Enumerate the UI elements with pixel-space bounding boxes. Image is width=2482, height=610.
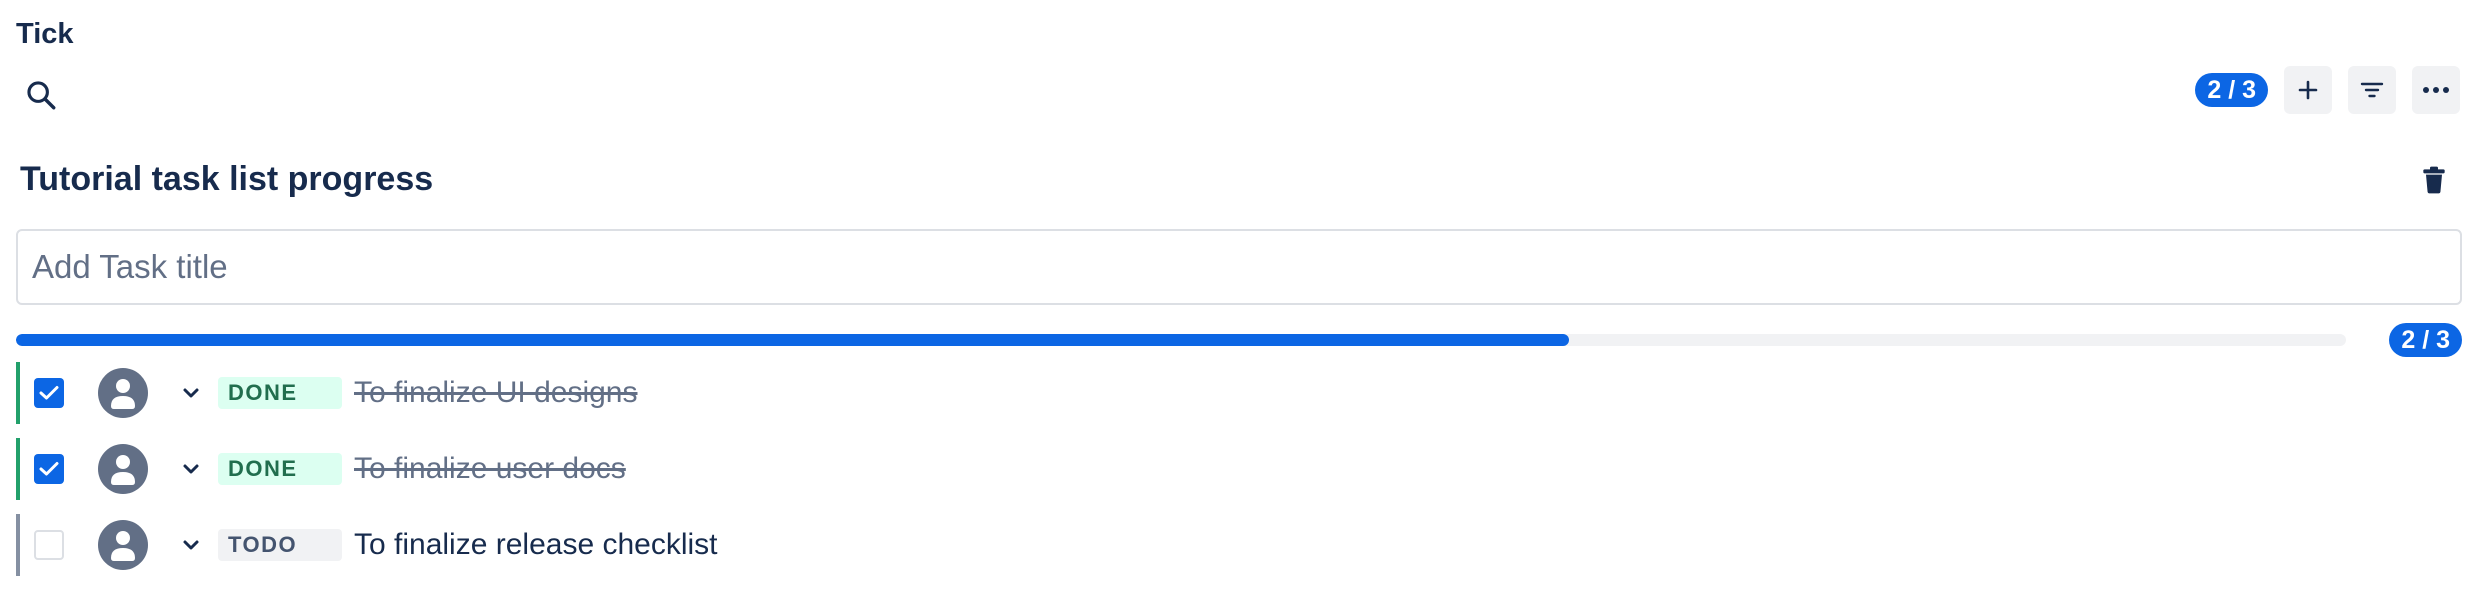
avatar-icon[interactable]: [98, 368, 148, 418]
avatar-icon[interactable]: [98, 520, 148, 570]
progress-bar-fill: [16, 334, 1570, 346]
task-title[interactable]: To finalize release checklist: [354, 528, 718, 562]
status-lozenge[interactable]: TODO: [218, 529, 342, 561]
more-actions-button[interactable]: [2412, 66, 2460, 114]
task-count-badge: 2 / 3: [2195, 73, 2268, 107]
filter-button[interactable]: [2348, 66, 2396, 114]
task-title[interactable]: To finalize UI designs: [354, 376, 637, 410]
search-icon[interactable]: [24, 78, 58, 112]
chevron-down-icon[interactable]: [180, 534, 202, 556]
chevron-down-icon[interactable]: [180, 382, 202, 404]
chevron-down-icon[interactable]: [180, 458, 202, 480]
check-icon: [39, 462, 59, 476]
filter-icon: [2360, 82, 2384, 98]
task-title[interactable]: To finalize user docs: [354, 452, 626, 486]
check-icon: [39, 386, 59, 400]
plus-icon: [2298, 80, 2318, 100]
task-row: DONE To finalize user docs: [16, 438, 2466, 500]
task-list-title: Tutorial task list progress: [20, 160, 434, 198]
task-checkbox[interactable]: [34, 530, 64, 560]
task-row: TODO To finalize release checklist: [16, 514, 2466, 576]
task-checkbox[interactable]: [34, 378, 64, 408]
add-task-button[interactable]: [2284, 66, 2332, 114]
app-title: Tick: [16, 18, 74, 50]
task-checkbox[interactable]: [34, 454, 64, 484]
toolbar: 2 / 3: [2195, 66, 2460, 114]
avatar-icon[interactable]: [98, 444, 148, 494]
status-lozenge[interactable]: DONE: [218, 377, 342, 409]
more-icon: [2423, 87, 2449, 93]
progress-bar: [16, 334, 2346, 346]
progress-count-badge: 2 / 3: [2389, 323, 2462, 357]
status-lozenge[interactable]: DONE: [218, 453, 342, 485]
trash-icon[interactable]: [2418, 164, 2450, 196]
add-task-input[interactable]: [16, 229, 2462, 305]
task-list: DONE To finalize UI designs DONE To fina…: [16, 362, 2466, 590]
task-row: DONE To finalize UI designs: [16, 362, 2466, 424]
